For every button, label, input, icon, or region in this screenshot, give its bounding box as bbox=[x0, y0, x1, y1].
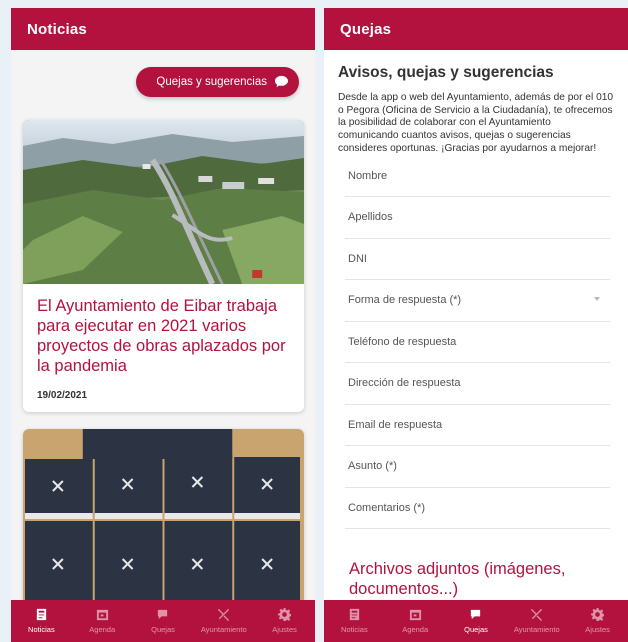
nav-noticias[interactable]: Noticias bbox=[324, 600, 385, 642]
field-placeholder: Nombre bbox=[348, 169, 388, 182]
nav-label: Ajustes bbox=[272, 625, 297, 634]
quejas-form[interactable]: Avisos, quejas y sugerencias Desde la ap… bbox=[324, 50, 628, 600]
attachments-heading: Archivos adjuntos (imágenes, documentos.… bbox=[349, 560, 566, 599]
gear-icon bbox=[591, 608, 605, 621]
nav-noticias[interactable]: Noticias bbox=[11, 600, 72, 642]
chat-icon bbox=[158, 609, 168, 620]
app-bar: Noticias bbox=[11, 8, 315, 50]
quejas-screen: Quejas Avisos, quejas y sugerencias Desd… bbox=[324, 8, 628, 642]
news-feed[interactable]: Quejas y sugerencias El Ayuntamiento de … bbox=[11, 50, 315, 600]
nav-agenda[interactable]: Agenda bbox=[385, 600, 446, 642]
nav-ayuntamiento[interactable]: Ayuntamiento bbox=[506, 600, 567, 642]
nav-label: Ayuntamiento bbox=[513, 625, 560, 634]
bottom-navigation: Noticias Agenda Quejas Ayuntamiento Ajus… bbox=[324, 600, 628, 642]
nombre-field[interactable]: Nombre bbox=[345, 156, 610, 198]
news-image-booklets bbox=[23, 429, 304, 600]
nav-ayuntamiento[interactable]: Ayuntamiento bbox=[193, 600, 254, 642]
calendar-icon bbox=[409, 609, 421, 621]
nav-label: Agenda bbox=[402, 625, 429, 634]
crossed-tools-icon bbox=[531, 608, 543, 621]
page-title: Quejas bbox=[340, 20, 392, 38]
nav-label: Ayuntamiento bbox=[200, 625, 247, 634]
quejas-sugerencias-label: Quejas y sugerencias bbox=[156, 76, 267, 88]
noticias-screen: Noticias Quejas y sugerencias El Ayuntam… bbox=[11, 8, 315, 642]
nav-quejas[interactable]: Quejas bbox=[133, 600, 194, 642]
field-placeholder: DNI bbox=[348, 252, 367, 265]
nav-agenda[interactable]: Agenda bbox=[72, 600, 133, 642]
nav-ajustes[interactable]: Ajustes bbox=[254, 600, 315, 642]
newspaper-icon bbox=[349, 608, 360, 621]
forma-respuesta-select[interactable]: Forma de respuesta (*) bbox=[345, 280, 610, 322]
news-date: 19/02/2021 bbox=[37, 390, 88, 401]
dni-field[interactable]: DNI bbox=[345, 239, 610, 281]
nav-label: Ajustes bbox=[585, 625, 610, 634]
field-placeholder: Asunto (*) bbox=[348, 460, 397, 473]
direccion-field[interactable]: Dirección de respuesta bbox=[345, 363, 610, 405]
newspaper-icon bbox=[36, 608, 47, 621]
bottom-navigation: Noticias Agenda Quejas Ayuntamiento Ajus… bbox=[11, 600, 315, 642]
telefono-field[interactable]: Teléfono de respuesta bbox=[345, 322, 610, 364]
news-card[interactable] bbox=[23, 429, 304, 600]
field-placeholder: Forma de respuesta (*) bbox=[348, 294, 462, 307]
news-card[interactable]: El Ayuntamiento de Eibar trabaja para ej… bbox=[23, 120, 304, 412]
field-placeholder: Email de respuesta bbox=[348, 418, 443, 431]
crossed-tools-icon bbox=[218, 608, 230, 621]
nav-label: Noticias bbox=[341, 625, 368, 634]
apellidos-field[interactable]: Apellidos bbox=[345, 197, 610, 239]
chat-bubble-icon bbox=[275, 75, 288, 88]
nav-quejas[interactable]: Quejas bbox=[446, 600, 507, 642]
quejas-sugerencias-button[interactable]: Quejas y sugerencias bbox=[136, 67, 299, 97]
nav-label: Quejas bbox=[151, 625, 175, 634]
field-placeholder: Apellidos bbox=[348, 211, 393, 224]
app-bar: Quejas bbox=[324, 8, 628, 50]
dropdown-caret-icon bbox=[594, 297, 600, 302]
asunto-field[interactable]: Asunto (*) bbox=[345, 446, 610, 488]
nav-label: Agenda bbox=[89, 625, 116, 634]
field-placeholder: Comentarios (*) bbox=[348, 501, 426, 514]
field-placeholder: Teléfono de respuesta bbox=[348, 335, 457, 348]
email-field[interactable]: Email de respuesta bbox=[345, 405, 610, 447]
form-heading: Avisos, quejas y sugerencias bbox=[338, 64, 554, 81]
chat-icon bbox=[471, 609, 481, 620]
nav-label: Noticias bbox=[28, 625, 55, 634]
comentarios-field[interactable]: Comentarios (*) bbox=[345, 488, 610, 530]
news-headline[interactable]: El Ayuntamiento de Eibar trabaja para ej… bbox=[23, 284, 304, 376]
nav-ajustes[interactable]: Ajustes bbox=[567, 600, 628, 642]
nav-label: Quejas bbox=[464, 625, 488, 634]
calendar-icon bbox=[96, 609, 108, 621]
page-title: Noticias bbox=[27, 20, 87, 38]
form-intro: Desde la app o web del Ayuntamiento, ade… bbox=[338, 92, 614, 154]
field-placeholder: Dirección de respuesta bbox=[348, 377, 461, 390]
news-image-aerial bbox=[23, 120, 304, 284]
gear-icon bbox=[278, 608, 292, 621]
